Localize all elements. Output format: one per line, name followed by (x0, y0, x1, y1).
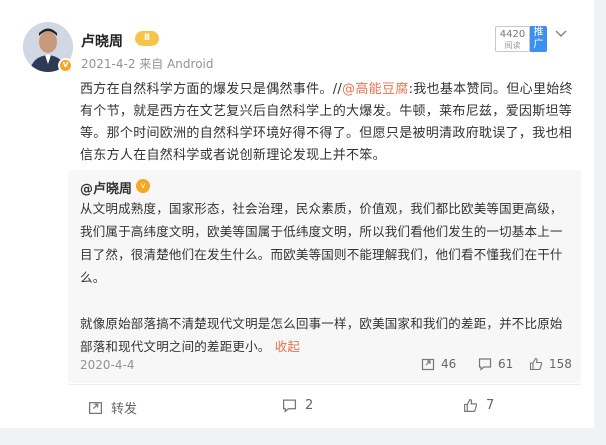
weibo-card: v 卢晓周 Ⅱ 2021-4-2 来自 Android 4420 阅读 推广 西… (0, 0, 594, 445)
chevron-down-icon[interactable] (553, 26, 569, 42)
quoted-text: 从文明成熟度，国家形态，社会治理，民众素质，价值观，我们都比欧美等国更高级，我们… (80, 197, 574, 358)
quoted-verified-icon: v (136, 179, 150, 193)
quoted-comment[interactable]: 61 (478, 357, 513, 371)
post-author[interactable]: 卢晓周 (81, 31, 123, 51)
like-count: 7 (486, 398, 495, 413)
thumbs-up-icon (529, 357, 543, 371)
quoted-repost[interactable]: 46 (421, 357, 456, 371)
quoted-date: 2020-4-4 (80, 358, 135, 372)
repost-icon (421, 358, 435, 371)
quoted-like-count: 158 (549, 357, 572, 371)
like-button[interactable]: 7 (463, 398, 494, 413)
promote-button[interactable]: 推广 (530, 26, 547, 52)
quoted-author[interactable]: @卢晓周 (80, 178, 132, 197)
member-crown-icon[interactable]: Ⅱ (135, 31, 159, 46)
quoted-paragraph-1: 从文明成熟度，国家形态，社会治理，民众素质，价值观，我们都比欧美等国更高级，我们… (80, 201, 563, 285)
post-text-before: 西方在自然科学方面的爆发只是偶然事件。// (80, 82, 343, 97)
quoted-like[interactable]: 158 (529, 357, 572, 371)
read-count: 4420 (499, 29, 526, 40)
bottom-gap (0, 428, 594, 445)
comment-icon (282, 399, 297, 413)
quoted-comment-count: 61 (498, 357, 514, 371)
repost-label: 转发 (111, 402, 138, 417)
thumbs-up-icon (464, 399, 478, 412)
quoted-paragraph-2: 就像原始部落搞不清楚现代文明是怎么回事一样，欧美国家和我们的差距，并不比原始部落… (80, 316, 563, 354)
page-background-strip (594, 0, 606, 445)
mention-link[interactable]: @高能豆腐 (342, 82, 409, 97)
fold-link[interactable]: 收起 (275, 339, 300, 354)
read-label: 阅读 (504, 41, 521, 50)
verified-badge-icon: v (58, 58, 73, 73)
quoted-post[interactable]: @卢晓周 v 从文明成熟度，国家形态，社会治理，民众素质，价值观，我们都比欧美等… (68, 170, 581, 383)
quoted-repost-count: 46 (441, 357, 457, 371)
repost-icon (88, 402, 103, 415)
comment-count: 2 (305, 398, 314, 413)
post-date-source: 2021-4-2 来自 Android (81, 57, 214, 71)
repost-button[interactable]: 转发 (88, 398, 137, 417)
comment-button[interactable]: 2 (282, 398, 313, 413)
post-text: 西方在自然科学方面的爆发只是偶然事件。//@高能豆腐:我也基本赞同。但心里始终有… (80, 79, 580, 167)
divider (68, 384, 581, 385)
comment-icon (478, 358, 492, 371)
read-count-box: 4420 阅读 (495, 26, 530, 52)
